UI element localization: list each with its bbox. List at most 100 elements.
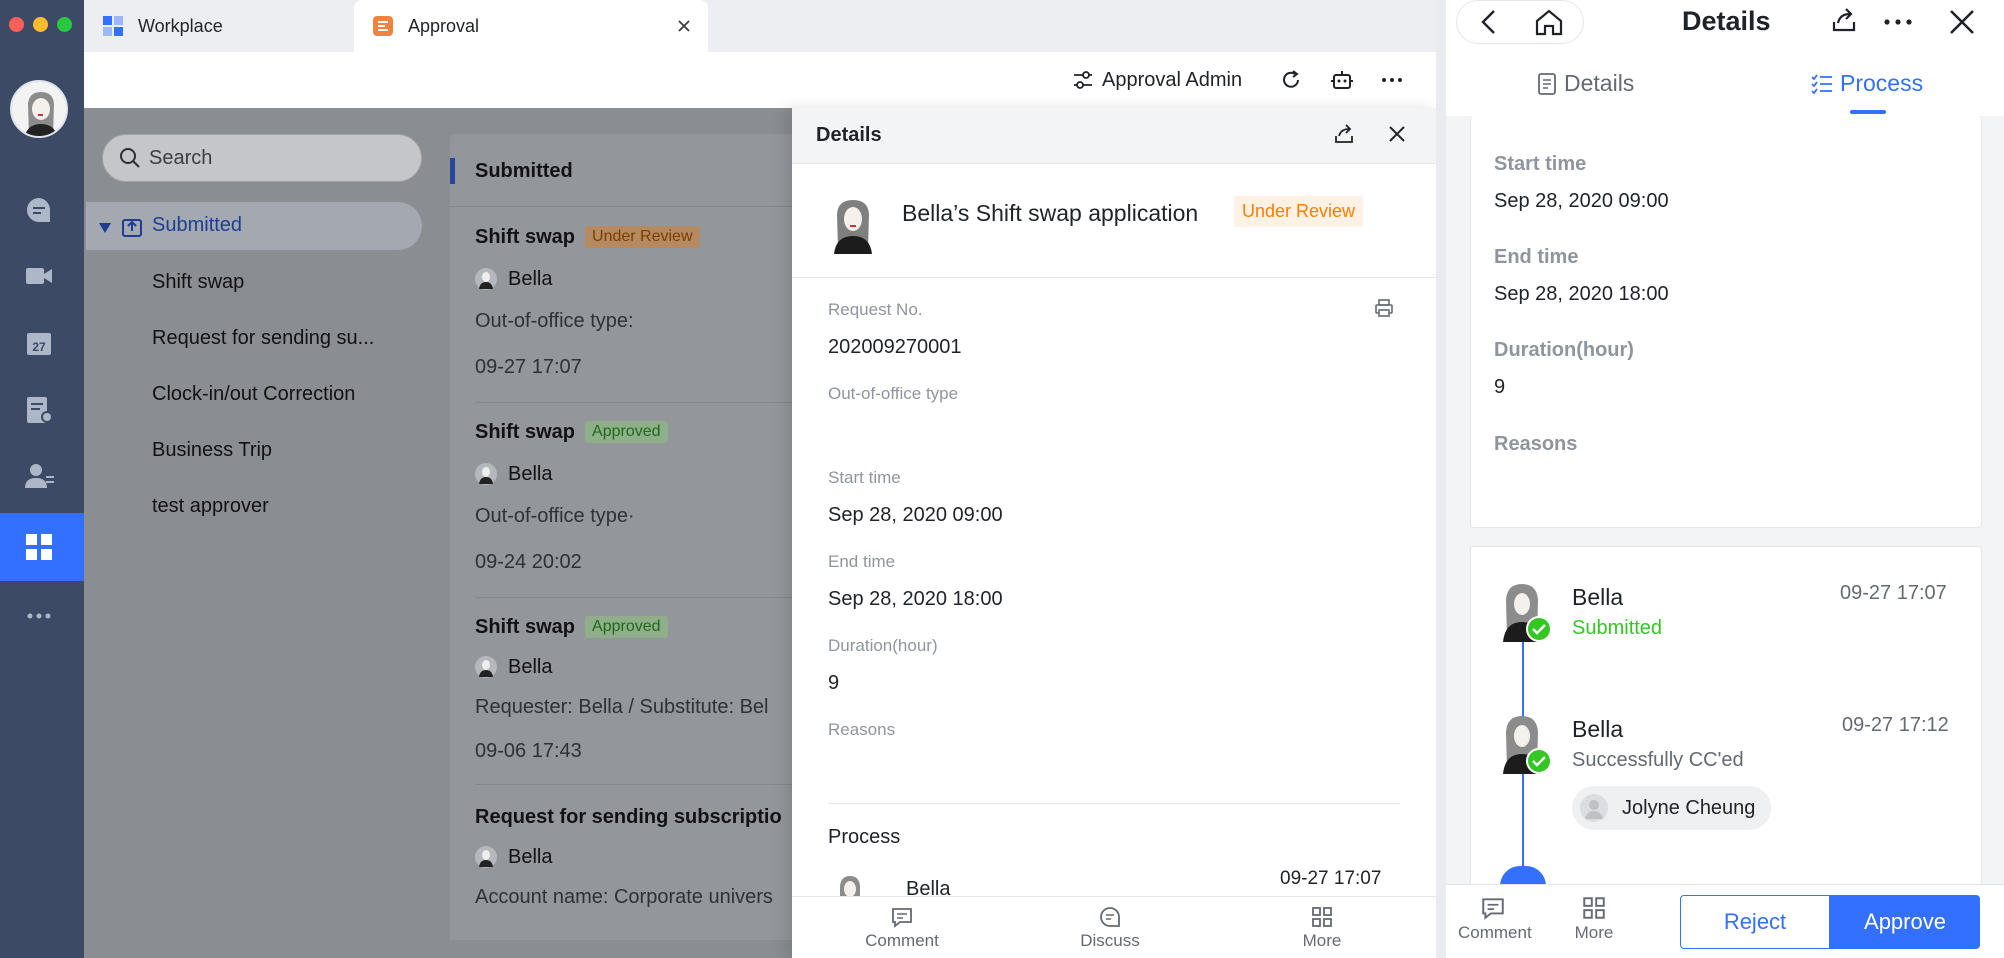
tab-process[interactable]: Process [1810, 70, 1923, 97]
comment-label: Comment [1458, 923, 1532, 942]
minimize-window-button[interactable] [33, 17, 48, 32]
check-circle-icon [1526, 616, 1552, 642]
reasons-label: Reasons [1494, 433, 1578, 455]
drawer-bottom-bar: Comment Discuss More [792, 896, 1436, 958]
process-avatar [840, 876, 860, 896]
approval-admin-button[interactable]: Approval Admin [1072, 66, 1242, 94]
tab-approval[interactable]: Approval [354, 0, 708, 52]
item-title: Shift swap [475, 616, 576, 638]
pane-divider[interactable] [1436, 0, 1446, 958]
video-meeting-icon[interactable] [22, 259, 56, 293]
list-item[interactable]: Shift swap Approved Bella Requester: Bell… [450, 606, 792, 786]
end-time-label: End time [1494, 246, 1579, 268]
start-time-value: Sep 28, 2020 09:00 [828, 504, 1003, 526]
mobile-bottom-bar: Comment More Reject Approve [1446, 884, 2004, 958]
user-avatar[interactable] [10, 80, 68, 138]
item-desc: Account name: Corporate univers [475, 886, 773, 908]
form-fields-card [1470, 116, 1982, 528]
more-apps-icon[interactable] [22, 599, 56, 633]
timeline-name: Bella [1572, 716, 1624, 742]
approval-admin-label: Approval Admin [1102, 68, 1243, 91]
approval-tab-icon [373, 16, 393, 36]
application-title: Bella’s Shift swap application [902, 200, 1199, 226]
submitted-list-panel: Submitted Shift swap Under Review Bella O… [450, 134, 792, 940]
tab-details[interactable]: Details [1536, 70, 1634, 97]
status-badge: Under Review [585, 226, 700, 248]
list-item[interactable]: Shift swap Under Review Bella Out-of-offi… [450, 216, 792, 396]
close-icon[interactable] [1388, 125, 1406, 143]
discuss-button[interactable]: Discuss [1050, 905, 1170, 951]
duration-value: 9 [828, 672, 840, 694]
comment-button[interactable]: Comment [842, 905, 962, 951]
item-title: Shift swap [475, 421, 576, 443]
refresh-icon[interactable] [1280, 69, 1302, 91]
status-badge: Approved [585, 421, 668, 443]
search-icon [120, 148, 140, 168]
more-button[interactable]: More [1566, 895, 1622, 943]
reject-button[interactable]: Reject [1680, 895, 1830, 949]
item-user: Bella [508, 846, 553, 868]
more-options-icon[interactable] [1882, 10, 1914, 34]
applicant-avatar [834, 200, 872, 254]
timeline-action: Submitted [1572, 617, 1663, 639]
calendar-icon[interactable]: 27 [22, 326, 56, 360]
close-window-button[interactable] [9, 17, 24, 32]
close-tab-icon[interactable] [676, 18, 692, 34]
workplace-grid-icon [26, 534, 52, 560]
bot-icon[interactable] [1330, 68, 1354, 92]
sidebar-item-business-trip[interactable]: Business Trip [152, 439, 272, 462]
back-icon[interactable] [1476, 8, 1502, 36]
active-tab-indicator [1850, 110, 1886, 114]
sidebar-item-request-sending[interactable]: Request for sending su... [152, 327, 374, 350]
sidebar-item-shift-swap[interactable]: Shift swap [152, 271, 244, 294]
cc-user-chip[interactable]: Jolyne Cheung [1572, 786, 1772, 830]
end-time-label: End time [828, 552, 896, 571]
share-icon[interactable] [1830, 6, 1858, 34]
comment-button[interactable]: Comment [1458, 895, 1532, 943]
tab-label: Approval [408, 15, 480, 36]
end-time-value: Sep 28, 2020 18:00 [828, 588, 1003, 610]
contacts-icon[interactable] [22, 459, 56, 493]
check-circle-icon [1526, 748, 1552, 774]
tab-details-label: Details [1564, 70, 1635, 96]
approval-doc-icon[interactable] [22, 393, 56, 427]
tab-workplace[interactable]: Workplace [102, 0, 352, 52]
mobile-details-panel: Details Details Process Start time Sep 2… [1446, 0, 2004, 958]
sidebar-item-test-approver[interactable]: test approver [152, 495, 269, 518]
process-title: Process [828, 826, 901, 848]
list-item[interactable]: Request for sending subscriptio Bella Ac… [450, 796, 792, 940]
item-desc: Out-of-office type: [475, 310, 634, 332]
chat-icon[interactable] [22, 193, 56, 227]
details-drawer: Details Bella’s Shift swap application U… [792, 108, 1436, 958]
more-label: More [1574, 923, 1614, 942]
close-icon[interactable] [1948, 8, 1976, 36]
drawer-header: Details [792, 108, 1436, 164]
sidebar-group-label: Submitted [152, 214, 243, 236]
share-icon[interactable] [1332, 122, 1356, 146]
discuss-icon [1100, 907, 1120, 927]
approve-button[interactable]: Approve [1830, 895, 1980, 949]
caret-down-icon[interactable] [98, 222, 112, 234]
avatar [475, 846, 497, 868]
home-icon[interactable] [1534, 8, 1564, 36]
request-no-value: 202009270001 [828, 336, 962, 358]
more-grid-icon [1312, 907, 1332, 927]
mobile-title: Details [1682, 6, 1771, 36]
search-input[interactable]: Search [102, 134, 422, 182]
avatar [1580, 794, 1608, 822]
avatar-portrait-icon [24, 92, 58, 136]
process-time: 09-27 17:07 [1280, 868, 1382, 889]
sidebar-item-clock-correction[interactable]: Clock-in/out Correction [152, 383, 355, 406]
more-options-icon[interactable] [1380, 68, 1404, 92]
mobile-header: Details Details Process [1446, 0, 2004, 116]
timeline-action: Successfully CC'ed [1572, 749, 1744, 771]
more-button[interactable]: More [1262, 905, 1382, 951]
cc-user-name: Jolyne Cheung [1622, 797, 1756, 819]
print-icon[interactable] [1374, 298, 1394, 318]
item-title: Request for sending subscriptio [475, 806, 782, 828]
workplace-rail-item[interactable] [0, 513, 84, 581]
comment-icon [1482, 898, 1504, 920]
checklist-icon [1811, 73, 1832, 94]
zoom-window-button[interactable] [57, 17, 72, 32]
list-item[interactable]: Shift swap Approved Bella Out-of-office t… [450, 411, 792, 591]
